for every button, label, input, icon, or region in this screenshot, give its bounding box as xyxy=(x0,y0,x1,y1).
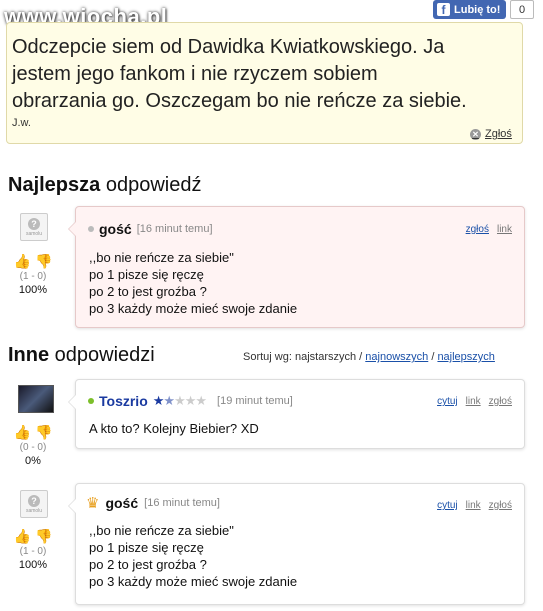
answer-line: ,,bo nie reńcze za siebie" xyxy=(89,523,234,538)
thumbs-down-icon[interactable]: 👎 xyxy=(35,424,52,441)
vote-count: (0 - 0) xyxy=(19,442,47,453)
heading-bold: Najlepsza xyxy=(8,174,101,196)
close-icon: ✕ xyxy=(470,128,481,140)
answer-author[interactable]: gość xyxy=(105,495,138,511)
user-avatar-image xyxy=(18,385,54,413)
vote-count: (1 - 0) xyxy=(19,271,47,282)
answer-time: [16 minut temu] xyxy=(136,223,213,235)
quote-line: obrarzania go. Oszczegam bo nie reńcze z… xyxy=(12,90,467,112)
permalink[interactable]: link xyxy=(466,500,481,511)
vote-percent: 100% xyxy=(18,559,48,571)
crown-icon: ♛ xyxy=(86,495,100,512)
thumbs-up-icon[interactable]: 👍 xyxy=(14,528,31,545)
avatar[interactable]: ? samolu xyxy=(20,213,48,241)
answer-box: Toszrio ★★★★★ [19 minut temu] cytuj link z… xyxy=(68,379,525,449)
answer-line: po 3 każdy może mieć swoje zdanie xyxy=(89,574,298,589)
answer-box: ♛ gość [16 minut temu] cytuj link zgłoś ,,… xyxy=(68,483,525,605)
sort-newest-link[interactable]: najnowszych xyxy=(365,351,428,363)
permalink[interactable]: link xyxy=(466,396,481,407)
sort-prefix: Sortuj wg: najstarszych / xyxy=(243,351,366,363)
vote-percent: 100% xyxy=(18,284,48,296)
heading-rest: odpowiedź xyxy=(100,174,202,196)
answer-body: ,,bo nie reńcze za siebie" po 1 pisze si… xyxy=(89,522,297,590)
answer-line: po 3 każdy może mieć swoje zdanie xyxy=(89,301,298,316)
answer-body: A kto to? Kolejny Biebier? XD xyxy=(89,420,259,437)
vote-count: (1 - 0) xyxy=(19,546,47,557)
answer-time: [16 minut temu] xyxy=(144,497,220,509)
answer-line: po 2 to jest groźba ? xyxy=(89,557,207,572)
heading-bold: Inne xyxy=(8,344,50,366)
best-answer-box: gość [16 minut temu] zgłoś link ,,bo nie … xyxy=(68,206,525,328)
status-dot-icon xyxy=(88,226,94,232)
like-count: 0 xyxy=(510,0,534,19)
sort-best-link[interactable]: najlepszych xyxy=(437,351,494,363)
thumbs-down-icon[interactable]: 👎 xyxy=(35,528,52,545)
report-link[interactable]: zgłoś xyxy=(489,500,512,511)
quote-text: Odczepcie siem od Dawidka Kwiatkowskiego… xyxy=(12,34,522,115)
best-answer-heading: Najlepsza odpowiedź xyxy=(8,174,201,197)
report-label: Zgłoś xyxy=(485,128,512,140)
answer-actions: zgłoś link xyxy=(458,224,512,235)
avatar[interactable]: ? samolu xyxy=(20,490,48,518)
answer-line: po 2 to jest groźba ? xyxy=(89,284,207,299)
quote-link[interactable]: cytuj xyxy=(437,396,458,407)
sort-controls: Sortuj wg: najstarszych / najnowszych / … xyxy=(243,351,495,363)
answer-line: po 1 pisze się ręczę xyxy=(89,540,204,555)
like-label: Lubię to! xyxy=(454,3,501,16)
thumbs-up-icon[interactable]: 👍 xyxy=(14,424,31,441)
heading-rest: odpowiedzi xyxy=(49,344,155,366)
vote-widget: 👍 👎 (0 - 0) 0% xyxy=(8,424,58,467)
report-link[interactable]: zgłoś xyxy=(466,224,489,235)
quote-link[interactable]: cytuj xyxy=(437,500,458,511)
answer-actions: cytuj link zgłoś xyxy=(429,396,512,407)
thumbs-down-icon[interactable]: 👎 xyxy=(35,253,52,270)
answer-body: ,,bo nie reńcze za siebie" po 1 pisze si… xyxy=(89,249,297,317)
anonymous-avatar-icon: ? xyxy=(28,217,40,230)
thumbs-up-icon[interactable]: 👍 xyxy=(14,253,31,270)
avatar-caption: samolu xyxy=(25,507,43,514)
report-link[interactable]: zgłoś xyxy=(489,396,512,407)
other-answers-heading: Inne odpowiedzi xyxy=(8,344,155,367)
quote-line: Odczepcie siem od Dawidka Kwiatkowskiego… xyxy=(12,36,445,58)
vote-widget: 👍 👎 (1 - 0) 100% xyxy=(8,528,58,571)
avatar[interactable] xyxy=(18,385,54,413)
online-status-icon xyxy=(88,398,94,404)
answer-line: ,,bo nie reńcze za siebie" xyxy=(89,250,234,265)
answer-line: A kto to? Kolejny Biebier? XD xyxy=(89,421,259,436)
avatar-caption: samolu xyxy=(25,230,43,237)
vote-percent: 0% xyxy=(25,455,41,467)
anonymous-avatar-icon: ? xyxy=(28,494,40,507)
answer-time: [19 minut temu] xyxy=(217,395,293,407)
report-link[interactable]: ✕ Zgłoś xyxy=(470,128,512,140)
facebook-icon: f xyxy=(437,3,450,16)
quote-author: J.w. xyxy=(12,117,31,129)
answer-author[interactable]: Toszrio xyxy=(99,393,148,409)
vote-widget: 👍 👎 (1 - 0) 100% xyxy=(8,253,58,296)
answer-author[interactable]: gość xyxy=(99,221,132,237)
permalink[interactable]: link xyxy=(497,224,512,235)
answer-actions: cytuj link zgłoś xyxy=(429,500,512,511)
quote-line: jestem jego fankom i nie rzyczem sobiem xyxy=(12,63,378,85)
rating-stars-icon: ★★★★★ xyxy=(152,393,207,408)
facebook-like-button[interactable]: f Lubię to! xyxy=(433,0,507,19)
answer-line: po 1 pisze się ręczę xyxy=(89,267,204,282)
